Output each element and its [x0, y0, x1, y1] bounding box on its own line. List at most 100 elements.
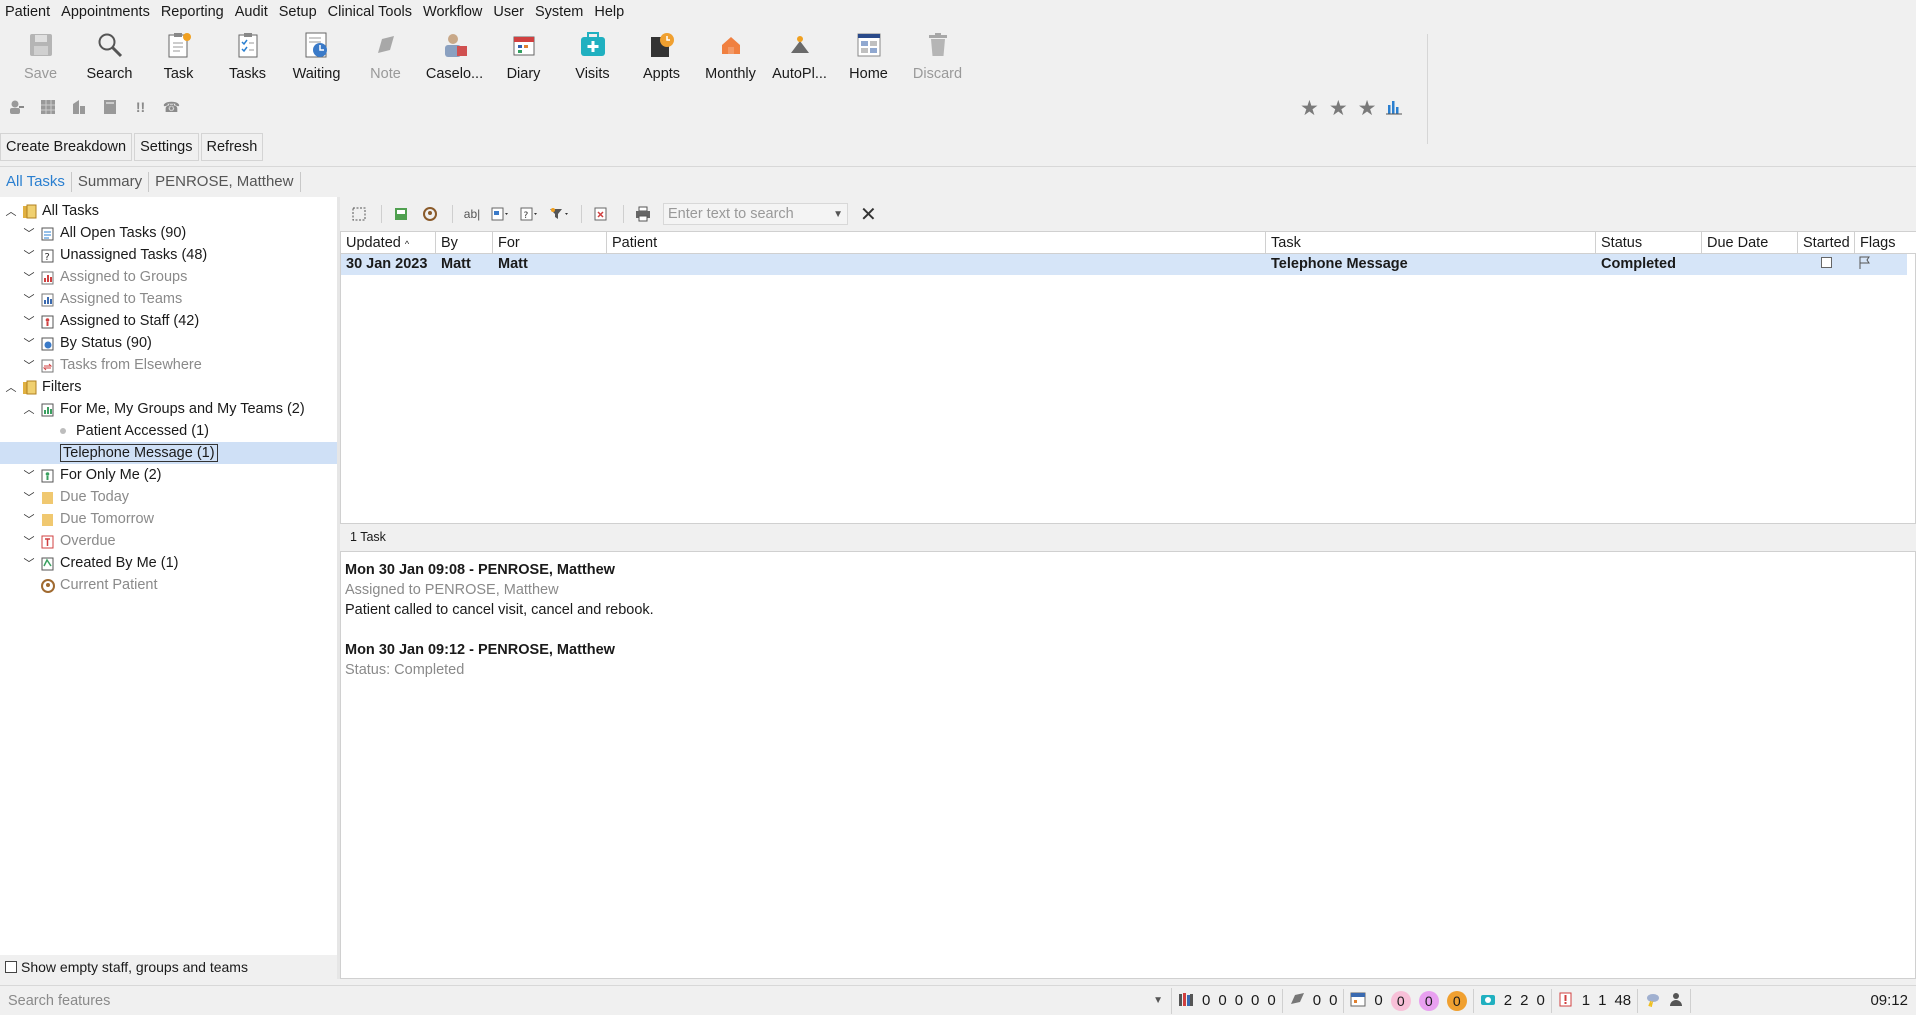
task-button[interactable]: Task	[144, 30, 213, 88]
delete-task-icon[interactable]	[591, 204, 611, 224]
column-status[interactable]: Status	[1596, 232, 1702, 254]
table-row[interactable]: 30 Jan 2023 Matt Matt Telephone Message …	[341, 254, 1907, 275]
urgent-icon[interactable]: !!	[132, 99, 149, 116]
autoplan-button[interactable]: AutoPl...	[765, 30, 834, 88]
grid-icon[interactable]	[39, 99, 56, 116]
tab-patient[interactable]: PENROSE, Matthew	[149, 171, 301, 192]
expand-icon[interactable]: ﹀	[22, 291, 36, 307]
status-group-visits[interactable]: 220	[1474, 988, 1552, 1013]
appts-button[interactable]: Appts	[627, 30, 696, 88]
menu-audit[interactable]: Audit	[230, 0, 274, 24]
tasks-button[interactable]: Tasks	[213, 30, 282, 88]
tree-node-overdue[interactable]: ﹀ Overdue	[22, 530, 116, 552]
status-group-overdue[interactable]: 1 1 48	[1552, 988, 1639, 1013]
monthly-button[interactable]: Monthly	[696, 30, 765, 88]
started-checkbox[interactable]	[1821, 257, 1832, 278]
expand-icon[interactable]: ﹀	[22, 489, 36, 505]
close-icon[interactable]: ✕	[860, 202, 877, 227]
show-empty-option[interactable]: Show empty staff, groups and teams	[0, 955, 337, 979]
settings-button[interactable]: Settings	[134, 133, 199, 161]
tree-node-unassigned[interactable]: ﹀? Unassigned Tasks (48)	[22, 244, 208, 266]
show-empty-checkbox[interactable]	[5, 961, 17, 973]
chevron-down-icon[interactable]: ▼	[833, 209, 843, 220]
column-task[interactable]: Task	[1266, 232, 1596, 254]
tree-node-staff[interactable]: ﹀ Assigned to Staff (42)	[22, 310, 200, 332]
column-updated[interactable]: Updated ^	[341, 232, 436, 254]
menu-user[interactable]: User	[488, 0, 530, 24]
status-group-misc[interactable]	[1638, 988, 1692, 1013]
caseload-button[interactable]: Caselo...	[420, 30, 489, 88]
expand-icon[interactable]: ﹀	[22, 269, 36, 285]
tree-node-due-tomorrow[interactable]: ﹀ Due Tomorrow	[22, 508, 155, 530]
star-icon[interactable]: ★	[1300, 96, 1319, 121]
expand-icon[interactable]: ﹀	[22, 335, 36, 351]
menu-appointments[interactable]: Appointments	[56, 0, 156, 24]
select-icon[interactable]	[349, 204, 369, 224]
waiting-button[interactable]: Waiting	[282, 30, 351, 88]
chart-icon[interactable]	[1386, 97, 1403, 121]
column-by[interactable]: By	[436, 232, 493, 254]
search-button[interactable]: Search	[75, 30, 144, 88]
column-for[interactable]: For	[493, 232, 607, 254]
tree-node-telephone-message[interactable]: Telephone Message (1)	[0, 442, 337, 464]
collapse-icon[interactable]: ︿	[4, 203, 18, 219]
tree-node-current-patient[interactable]: Current Patient	[40, 574, 158, 596]
search-input[interactable]: Enter text to search ▼	[663, 203, 848, 225]
tree-node-created-by-me[interactable]: ﹀ Created By Me (1)	[22, 552, 179, 574]
tree-node-elsewhere[interactable]: ﹀ Tasks from Elsewhere	[22, 354, 202, 376]
flag-icon[interactable]	[1858, 256, 1872, 277]
column-started[interactable]: Started	[1798, 232, 1855, 254]
chevron-down-icon[interactable]: ▼	[1153, 995, 1163, 1006]
column-flags[interactable]: Flags	[1855, 232, 1907, 254]
book-icon[interactable]	[101, 99, 118, 116]
column-due-date[interactable]: Due Date	[1702, 232, 1798, 254]
star-icon[interactable]: ★	[1329, 96, 1348, 121]
status-group-notes[interactable]: 00	[1283, 988, 1345, 1013]
column-patient[interactable]: Patient	[607, 232, 1266, 254]
tree-node-only-me[interactable]: ﹀ For Only Me (2)	[22, 464, 162, 486]
assign-dropdown-icon[interactable]	[491, 204, 511, 224]
tree-node-all-open[interactable]: ﹀ All Open Tasks (90)	[22, 222, 187, 244]
expand-icon[interactable]: ﹀	[22, 555, 36, 571]
tab-summary[interactable]: Summary	[72, 171, 150, 192]
menu-reporting[interactable]: Reporting	[156, 0, 230, 24]
menu-patient[interactable]: Patient	[0, 0, 56, 24]
discard-button[interactable]: Discard	[903, 30, 972, 88]
expand-icon[interactable]: ﹀	[22, 533, 36, 549]
search-features-input[interactable]: Search features ▼	[0, 987, 1172, 1014]
collapse-icon[interactable]: ︿	[22, 401, 36, 417]
create-breakdown-button[interactable]: Create Breakdown	[0, 133, 133, 161]
tree-node-patient-accessed[interactable]: Patient Accessed (1)	[55, 420, 209, 442]
phone-icon[interactable]: ☎	[163, 99, 180, 116]
star-icon[interactable]: ★	[1358, 96, 1377, 121]
expand-icon[interactable]: ﹀	[22, 357, 36, 373]
menu-help[interactable]: Help	[589, 0, 630, 24]
expand-icon[interactable]: ﹀	[22, 225, 36, 241]
print-icon[interactable]	[633, 204, 653, 224]
expand-icon[interactable]: ﹀	[22, 247, 36, 263]
export-icon[interactable]	[391, 204, 411, 224]
rename-icon[interactable]: ab|	[462, 204, 482, 224]
patient-link-icon[interactable]	[420, 204, 440, 224]
user-key-icon[interactable]	[8, 99, 25, 116]
menu-workflow[interactable]: Workflow	[418, 0, 488, 24]
tree-node-all-tasks[interactable]: ︿ All Tasks	[4, 200, 99, 222]
expand-icon[interactable]: ﹀	[22, 313, 36, 329]
menu-system[interactable]: System	[530, 0, 589, 24]
note-button[interactable]: Note	[351, 30, 420, 88]
expand-icon[interactable]: ﹀	[22, 467, 36, 483]
tab-all-tasks[interactable]: All Tasks	[0, 171, 72, 192]
status-dropdown-icon[interactable]: ?	[520, 204, 540, 224]
refresh-button[interactable]: Refresh	[200, 133, 264, 161]
collapse-icon[interactable]: ︿	[4, 379, 18, 395]
tree-node-by-status[interactable]: ﹀ By Status (90)	[22, 332, 152, 354]
menu-setup[interactable]: Setup	[274, 0, 323, 24]
home-button[interactable]: Home	[834, 30, 903, 88]
tree-node-groups[interactable]: ﹀ Assigned to Groups	[22, 266, 188, 288]
expand-icon[interactable]: ﹀	[22, 511, 36, 527]
save-button[interactable]: Save	[6, 30, 75, 88]
visits-button[interactable]: Visits	[558, 30, 627, 88]
filter-dropdown-icon[interactable]	[549, 204, 569, 224]
status-group-tasks[interactable]: 00000	[1172, 988, 1283, 1013]
building-icon[interactable]	[70, 99, 87, 116]
